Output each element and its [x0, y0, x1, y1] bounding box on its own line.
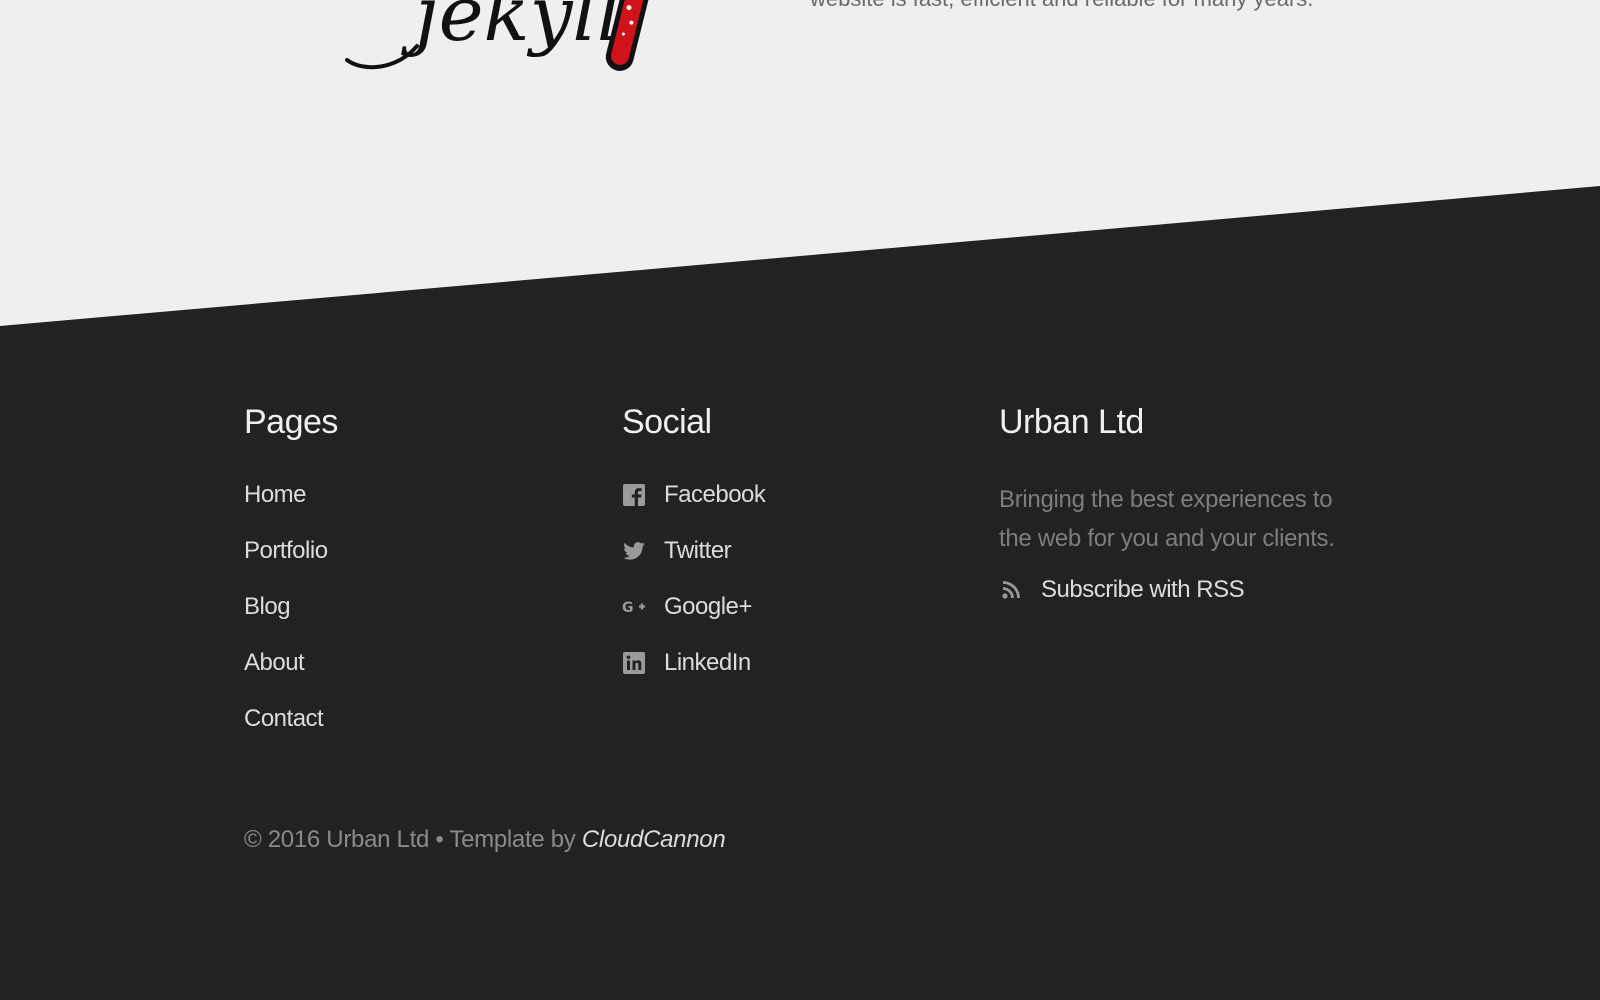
nav-link-about[interactable]: About [244, 648, 305, 678]
copyright-label: © 2016 Urban Ltd • Template by [244, 826, 582, 853]
list-item: LinkedIn [622, 648, 952, 704]
nav-link-blog[interactable]: Blog [244, 592, 291, 622]
footer-company-column: Urban Ltd Bringing the best experiences … [999, 400, 1359, 605]
social-link-facebook[interactable]: Facebook [664, 480, 766, 510]
cloudcannon-link[interactable]: CloudCannon [582, 826, 726, 853]
list-item: Twitter [622, 536, 952, 592]
list-item: Facebook [622, 480, 952, 536]
pages-list: Home Portfolio Blog About Contact [244, 480, 574, 760]
list-item: About [244, 648, 574, 704]
copyright-text: © 2016 Urban Ltd • Template by CloudCann… [244, 825, 726, 855]
facebook-icon [622, 480, 646, 510]
page: jekyll website is fast, efficient and re… [0, 0, 1600, 1000]
list-item: Blog [244, 592, 574, 648]
social-list: Facebook Twitter G Google+ LinkedIn [622, 480, 952, 704]
google-plus-icon: G [622, 592, 646, 622]
social-link-google-plus[interactable]: Google+ [664, 592, 752, 622]
subscribe-rss-link[interactable]: Subscribe with RSS [999, 575, 1359, 605]
list-item: G Google+ [622, 592, 952, 648]
linkedin-icon [622, 648, 646, 678]
site-footer: Pages Home Portfolio Blog About Contact … [0, 0, 1600, 1000]
pages-heading: Pages [244, 403, 338, 441]
svg-text:G: G [622, 600, 634, 615]
rss-icon [999, 575, 1023, 605]
social-link-linkedin[interactable]: LinkedIn [664, 648, 751, 678]
nav-link-portfolio[interactable]: Portfolio [244, 536, 328, 566]
company-description: Bringing the best experiences to the web… [999, 486, 1335, 552]
footer-pages-column: Pages Home Portfolio Blog About Contact [244, 400, 574, 760]
nav-link-home[interactable]: Home [244, 480, 307, 510]
company-heading: Urban Ltd [999, 403, 1144, 441]
list-item: Portfolio [244, 536, 574, 592]
social-link-twitter[interactable]: Twitter [664, 536, 732, 566]
twitter-icon [622, 536, 646, 566]
nav-link-contact[interactable]: Contact [244, 704, 324, 734]
rss-label: Subscribe with RSS [1041, 576, 1245, 603]
list-item: Contact [244, 704, 574, 760]
social-heading: Social [622, 403, 712, 441]
list-item: Home [244, 480, 574, 536]
footer-social-column: Social Facebook Twitter G Google+ Linked… [622, 400, 952, 704]
